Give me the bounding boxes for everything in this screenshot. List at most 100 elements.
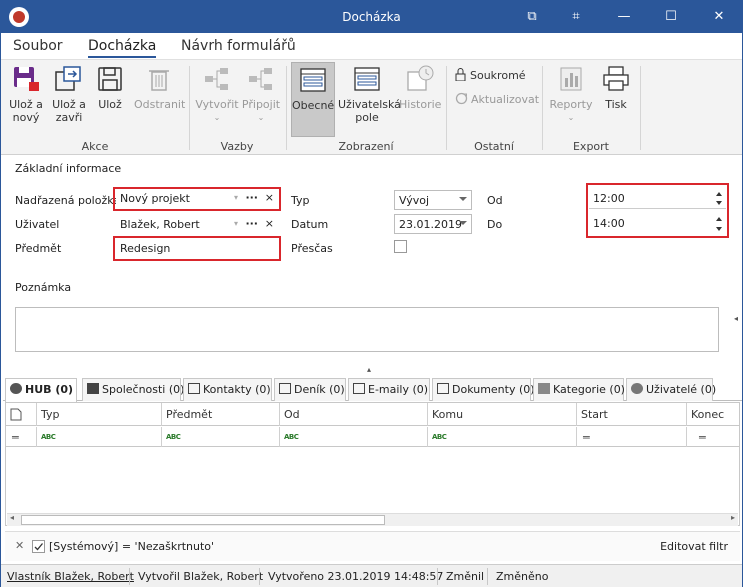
tisk-button[interactable]: Tisk [599,64,633,111]
scroll-left-icon[interactable]: ◂ [10,513,14,522]
spin-up-icon[interactable] [716,217,722,221]
od-time-input[interactable]: 12:00 [589,189,726,209]
maximize-button[interactable]: ☐ [648,1,694,33]
save-icon [95,64,125,94]
tab-uzivatele[interactable]: Uživatelé (0) [626,378,716,401]
refresh-icon [455,92,468,105]
filter-cell[interactable]: ═ [576,427,686,447]
uzivatel-label: Uživatel [15,218,60,231]
tab-kategorie[interactable]: Kategorie (0) [533,378,625,401]
spin-down-icon[interactable] [716,227,722,231]
filter-cell[interactable]: ABC [427,427,576,447]
horizontal-scrollbar[interactable]: ◂ ▸ [7,513,738,526]
poznamka-textarea[interactable] [15,307,719,352]
col-start[interactable]: Start [576,403,686,426]
tab-kontakty[interactable]: Kontakty (0) [183,378,272,401]
changed-by: Změnil [446,570,485,583]
historie-button[interactable]: Historie [399,64,441,111]
poznamka-label: Poznámka [15,281,72,294]
reporty-button[interactable]: Reporty ⌄ [549,64,593,124]
dropdown-arrow-icon[interactable]: ▾ [234,193,238,202]
splitter-up-icon[interactable]: ▴ [367,365,371,374]
scroll-right-icon[interactable]: ▸ [731,513,735,522]
close-filter-icon[interactable]: ✕ [15,539,24,552]
owner-link[interactable]: Vlastník Blažek, Robert [7,570,134,583]
menu-bar: Soubor Docházka Návrh formulářů [1,33,742,59]
created-by: Vytvořil Blažek, Robert [138,570,264,583]
users-icon [631,383,643,394]
filter-cell[interactable]: ABC [36,427,161,447]
tab-denik[interactable]: Deník (0) [274,378,346,401]
close-button[interactable]: ✕ [696,1,742,33]
filter-cell[interactable]: ABC [161,427,279,447]
tab-dokumenty-label: Dokumenty (0) [452,383,535,396]
odstranit-button[interactable]: Odstranit [134,64,185,111]
col-komu[interactable]: Komu [427,403,576,426]
tab-hub[interactable]: HUB (0) [5,378,77,402]
uzivatelska-pole-label: Uživatelská pole [338,98,401,124]
collapse-left-icon[interactable]: ◂ [734,314,738,323]
section-title: Základní informace [15,162,122,175]
tab-dokumenty[interactable]: Dokumenty (0) [432,378,535,401]
filter-cell[interactable]: ABC [279,427,427,447]
obecne-button[interactable]: Obecné [291,62,335,137]
col-predmet[interactable]: Předmět [161,403,279,426]
reports-icon [556,64,586,94]
journal-icon [279,383,291,394]
edit-filter-button[interactable]: Editovat filtr [660,540,728,553]
spin-down-icon[interactable] [716,201,722,205]
tab-spolecnosti[interactable]: Společnosti (0) [82,378,184,401]
reporty-label: Reporty [549,98,593,111]
uloz-button[interactable]: Ulož [93,64,127,111]
vytvorit-chevron-icon: ⌄ [213,113,221,122]
document-icon[interactable] [6,403,36,426]
filter-bar: ✕ [Systémový] = 'Nezaškrtnuto' Editovat … [5,531,740,561]
pripojit-button[interactable]: Připojit ⌄ [241,64,281,124]
dropdown-arrow-icon[interactable]: ▾ [234,219,238,228]
group-akce-label: Akce [81,140,109,153]
custom-fields-icon [352,64,382,94]
ribbon-separator [446,66,447,150]
filter-cell[interactable]: ═ [6,427,36,447]
ellipsis-button[interactable]: ··· [245,191,258,204]
menu-soubor[interactable]: Soubor [13,38,63,54]
trash-icon [144,64,174,94]
aktualizovat-button[interactable]: Aktualizovat [455,92,539,106]
scroll-thumb[interactable] [21,515,385,525]
menu-navrh-formularu[interactable]: Návrh formulářů [181,38,296,54]
predmet-input[interactable]: Redesign [116,239,278,258]
col-konec[interactable]: Konec [686,403,739,426]
typ-select[interactable]: Vývoj [394,190,472,210]
ribbon: Ulož a nový Ulož a zavři Ulož Odstranit … [1,59,742,155]
spin-up-icon[interactable] [716,192,722,196]
soukrome-toggle[interactable]: Soukromé [455,68,526,82]
uzivatelska-pole-button[interactable]: Uživatelská pole [338,64,401,124]
uzivatel-field[interactable]: Blažek, Robert ▾ ··· × [116,215,278,235]
vytvorit-button[interactable]: Vytvořit ⌄ [195,64,239,124]
filter-text[interactable]: [Systémový] = 'Nezaškrtnuto' [49,540,214,553]
datum-picker[interactable]: 23.01.2019 [394,214,472,234]
nadrazena-field[interactable]: Nový projekt ▾ ··· × [116,190,278,208]
group-ostatni-label: Ostatní [474,140,514,153]
ellipsis-button[interactable]: ··· [245,217,258,230]
title-bar: Docházka ⧉ ⌗ — ☐ ✕ [1,1,742,33]
prescas-checkbox[interactable] [394,240,407,253]
tab-emaily[interactable]: E-maily (0) [348,378,430,401]
filter-checkbox[interactable] [32,540,45,553]
do-time-input[interactable]: 14:00 [589,214,726,234]
filter-cell[interactable]: ═ [686,427,739,447]
predmet-value: Redesign [120,242,171,255]
pin-button[interactable]: ⧉ [509,1,555,33]
clear-button[interactable]: × [265,217,274,230]
clear-button[interactable]: × [265,191,274,204]
uloz-a-novy-button[interactable]: Ulož a nový [5,64,47,124]
fullscreen-button[interactable]: ⌗ [553,1,599,33]
tisk-label: Tisk [605,98,627,111]
prescas-label: Přesčas [291,242,333,255]
col-typ[interactable]: Typ [36,403,161,426]
uloz-a-zavri-button[interactable]: Ulož a zavři [48,64,90,124]
minimize-button[interactable]: — [601,1,647,33]
printer-icon [601,64,631,94]
menu-dochazka[interactable]: Docházka [88,38,157,58]
col-od[interactable]: Od [279,403,427,426]
